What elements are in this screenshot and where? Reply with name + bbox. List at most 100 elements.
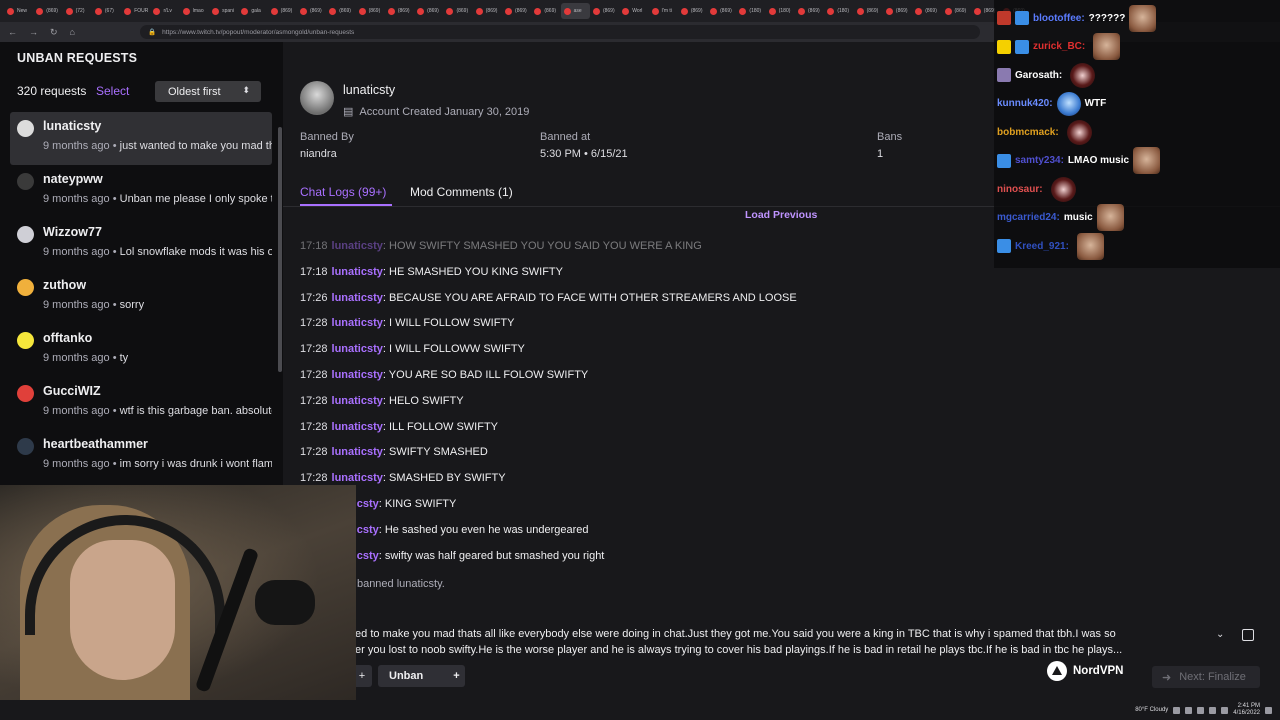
- select-link[interactable]: Select: [96, 84, 129, 98]
- reload-icon[interactable]: ↻: [50, 27, 58, 38]
- overlay-chat-username: samty234:: [1015, 155, 1064, 166]
- unban-button[interactable]: Unban +: [378, 665, 465, 687]
- browser-tab[interactable]: (869): [590, 3, 619, 19]
- chat-log-username[interactable]: lunaticsty: [332, 395, 383, 407]
- browser-tab[interactable]: (869): [414, 3, 443, 19]
- browser-tab[interactable]: (180): [766, 3, 795, 19]
- chat-badge-icon: [1015, 39, 1029, 54]
- chat-log-line: 17:28 lunaticsty: I WILL FOLLOWW SWIFTY: [300, 343, 1000, 369]
- request-list: lunaticsty 9 months ago • just wanted to …: [10, 112, 283, 483]
- chat-log-username[interactable]: lunaticsty: [332, 472, 383, 484]
- back-icon[interactable]: ←: [8, 27, 17, 37]
- tab-favicon-icon: [65, 7, 73, 15]
- browser-tab[interactable]: (869): [502, 3, 531, 19]
- notification-icon[interactable]: [1265, 706, 1272, 714]
- user-name[interactable]: lunaticsty: [343, 83, 395, 97]
- browser-tab[interactable]: (869): [443, 3, 472, 19]
- browser-tab[interactable]: lmao: [180, 3, 209, 19]
- webcam-overlay: [0, 485, 356, 720]
- browser-tab[interactable]: (180): [824, 3, 853, 19]
- browser-tab[interactable]: (869): [33, 3, 62, 19]
- next-finalize-button[interactable]: ➜ Next: Finalize: [1152, 666, 1260, 688]
- tab-mod-comments[interactable]: Mod Comments (1): [410, 185, 513, 199]
- chat-log-line: 17:28 lunaticsty: SWIFTY SMASHED: [300, 446, 1000, 472]
- clock-date: 4/16/2022: [1233, 710, 1260, 716]
- request-time-ago: 9 months ago: [43, 299, 110, 311]
- request-list-item[interactable]: nateypww 9 months ago • Unban me please I…: [10, 165, 272, 218]
- browser-tab[interactable]: (869): [326, 3, 355, 19]
- chat-log-username[interactable]: lunaticsty: [332, 369, 383, 381]
- browser-tab[interactable]: FOUR: [121, 3, 150, 19]
- request-list-item[interactable]: heartbeathammer 9 months ago • im sorry i…: [10, 430, 272, 483]
- browser-tab[interactable]: r/Lv: [150, 3, 179, 19]
- sort-dropdown[interactable]: Oldest first ⬍: [155, 81, 261, 102]
- tab-favicon-icon: [710, 7, 718, 15]
- browser-tab[interactable]: gala: [238, 3, 267, 19]
- browser-tab[interactable]: (869): [473, 3, 502, 19]
- clock[interactable]: 2:41 PM 4/16/2022: [1233, 703, 1260, 717]
- request-username: GucciWIZ: [43, 384, 101, 398]
- banned-by-label: Banned By: [300, 131, 354, 143]
- request-list-item[interactable]: Wizzow77 9 months ago • Lol snowflake mod…: [10, 218, 272, 271]
- request-list-scrollbar[interactable]: [278, 127, 282, 372]
- chevron-down-icon[interactable]: ⌄: [1216, 629, 1224, 640]
- browser-tab-label: (72): [75, 8, 85, 14]
- browser-tab[interactable]: (869): [883, 3, 912, 19]
- browser-tab[interactable]: I'm ti: [649, 3, 678, 19]
- tray-icon[interactable]: [1197, 706, 1205, 714]
- tray-icon[interactable]: [1173, 706, 1181, 714]
- browser-tab[interactable]: spani: [209, 3, 238, 19]
- chat-log-username[interactable]: lunaticsty: [332, 317, 383, 329]
- chat-log-username[interactable]: lunaticsty: [332, 292, 383, 304]
- forward-icon[interactable]: →: [29, 27, 38, 37]
- home-icon[interactable]: ⌂: [70, 27, 75, 37]
- network-icon[interactable]: [1209, 706, 1217, 714]
- browser-tab-label: New: [17, 8, 28, 14]
- browser-tab[interactable]: (180): [736, 3, 765, 19]
- overlay-chat-message: mgcarried24: music: [997, 204, 1124, 231]
- volume-icon[interactable]: [1221, 706, 1229, 714]
- load-previous-button[interactable]: Load Previous: [745, 209, 817, 221]
- browser-tab[interactable]: (67): [92, 3, 121, 19]
- request-list-item[interactable]: offtanko 9 months ago • ty: [10, 324, 272, 377]
- browser-tab[interactable]: (869): [385, 3, 414, 19]
- separator: •: [109, 246, 120, 258]
- overlay-chat-message: kunnuk420: WTF: [997, 91, 1106, 116]
- system-tray: 80°F Cloudy 2:41 PM 4/16/2022: [1135, 703, 1272, 717]
- report-icon[interactable]: [1242, 629, 1254, 641]
- request-time-ago: 9 months ago: [43, 140, 110, 152]
- browser-tab[interactable]: (869): [942, 3, 971, 19]
- browser-tab[interactable]: (869): [707, 3, 736, 19]
- tab-favicon-icon: [680, 7, 688, 15]
- calendar-icon: ▤: [343, 106, 354, 118]
- browser-tab[interactable]: (869): [268, 3, 297, 19]
- browser-tab[interactable]: (869): [795, 3, 824, 19]
- browser-tab-label: (869): [368, 8, 381, 14]
- tab-chat-logs[interactable]: Chat Logs (99+): [300, 185, 386, 199]
- chat-log-username[interactable]: lunaticsty: [332, 421, 383, 433]
- request-list-item[interactable]: zuthow 9 months ago • sorry: [10, 271, 272, 324]
- browser-tab[interactable]: ase: [560, 3, 590, 19]
- browser-tab[interactable]: (869): [531, 3, 560, 19]
- overlay-chat-message: bobmcmack:: [997, 119, 1092, 145]
- browser-tab[interactable]: New: [4, 3, 33, 19]
- browser-tab[interactable]: Worl: [619, 3, 648, 19]
- tab-favicon-icon: [885, 7, 893, 15]
- browser-tab[interactable]: (72): [63, 3, 92, 19]
- stream-chat-overlay: blootoffee:?????? zurick_BC: Garosath: kunn…: [994, 0, 1280, 268]
- unban-button-label: Unban: [389, 670, 424, 682]
- browser-tab[interactable]: (869): [678, 3, 707, 19]
- request-time-ago: 9 months ago: [43, 352, 110, 364]
- browser-tab[interactable]: (869): [912, 3, 941, 19]
- request-list-item[interactable]: lunaticsty 9 months ago • just wanted to …: [10, 112, 272, 165]
- chat-log-username[interactable]: lunaticsty: [332, 240, 383, 252]
- browser-tab[interactable]: (869): [297, 3, 326, 19]
- chat-log-username[interactable]: lunaticsty: [332, 266, 383, 278]
- browser-tab[interactable]: (869): [854, 3, 883, 19]
- chat-log-username[interactable]: lunaticsty: [332, 343, 383, 355]
- chat-log-username[interactable]: lunaticsty: [332, 446, 383, 458]
- address-bar[interactable]: 🔒 https://www.twitch.tv/popout/moderator…: [140, 25, 980, 39]
- request-list-item[interactable]: GucciWIZ 9 months ago • wtf is this garba…: [10, 377, 272, 430]
- browser-tab[interactable]: (869): [356, 3, 385, 19]
- tray-icon[interactable]: [1185, 706, 1193, 714]
